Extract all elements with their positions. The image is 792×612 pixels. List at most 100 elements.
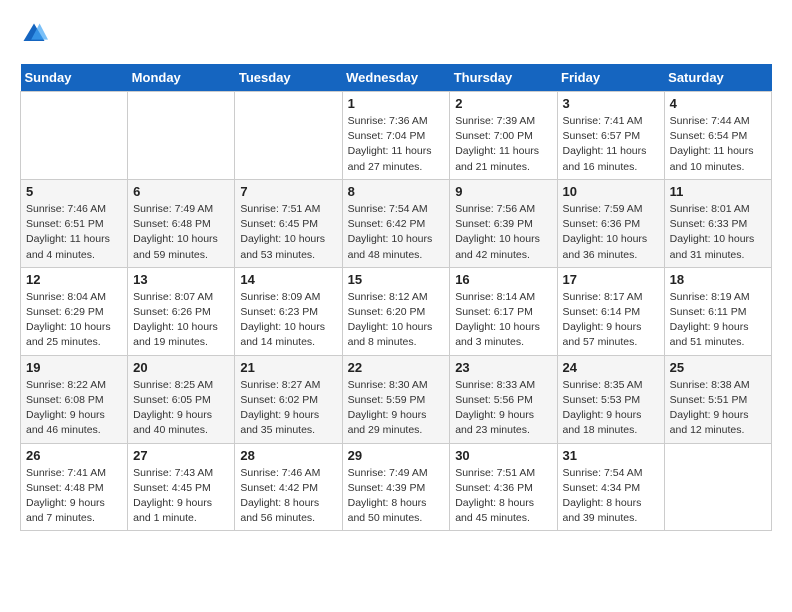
calendar-cell: 19Sunrise: 8:22 AM Sunset: 6:08 PM Dayli… [21,355,128,443]
day-number: 28 [240,448,336,463]
day-number: 24 [563,360,659,375]
day-number: 5 [26,184,122,199]
calendar-cell [128,92,235,180]
calendar-week-1: 1 Sunrise: 7:36 AM Sunset: 7:04 PM Daylig… [21,92,772,180]
calendar-cell: 10 Sunrise: 7:59 AM Sunset: 6:36 PM Dayli… [557,179,664,267]
weekday-header-sunday: Sunday [21,64,128,92]
day-info: Sunrise: 8:12 AM Sunset: 6:20 PM Dayligh… [348,290,445,351]
weekday-header-wednesday: Wednesday [342,64,450,92]
day-number: 21 [240,360,336,375]
day-info: Sunrise: 8:22 AM Sunset: 6:08 PM Dayligh… [26,378,122,439]
day-number: 20 [133,360,229,375]
day-info: Sunrise: 7:36 AM Sunset: 7:04 PM Dayligh… [348,114,445,175]
calendar-cell: 21 Sunrise: 8:27 AM Sunset: 6:02 PM Dayli… [235,355,342,443]
day-number: 3 [563,96,659,111]
day-number: 14 [240,272,336,287]
day-number: 10 [563,184,659,199]
day-info: Sunrise: 7:54 AM Sunset: 4:34 PM Dayligh… [563,466,659,527]
day-info: Sunrise: 8:04 AM Sunset: 6:29 PM Dayligh… [26,290,122,351]
day-number: 17 [563,272,659,287]
day-info: Sunrise: 8:17 AM Sunset: 6:14 PM Dayligh… [563,290,659,351]
calendar-week-4: 19Sunrise: 8:22 AM Sunset: 6:08 PM Dayli… [21,355,772,443]
day-number: 4 [670,96,766,111]
day-info: Sunrise: 7:46 AM Sunset: 6:51 PM Dayligh… [26,202,122,263]
calendar-week-5: 26 Sunrise: 7:41 AM Sunset: 4:48 PM Dayli… [21,443,772,531]
day-number: 11 [670,184,766,199]
day-info: Sunrise: 7:59 AM Sunset: 6:36 PM Dayligh… [563,202,659,263]
day-number: 29 [348,448,445,463]
calendar-week-2: 5 Sunrise: 7:46 AM Sunset: 6:51 PM Daylig… [21,179,772,267]
day-number: 16 [455,272,551,287]
day-info: Sunrise: 7:39 AM Sunset: 7:00 PM Dayligh… [455,114,551,175]
calendar-table: SundayMondayTuesdayWednesdayThursdayFrid… [20,64,772,531]
day-info: Sunrise: 8:33 AM Sunset: 5:56 PM Dayligh… [455,378,551,439]
day-number: 15 [348,272,445,287]
calendar-cell: 28 Sunrise: 7:46 AM Sunset: 4:42 PM Dayli… [235,443,342,531]
weekday-header-thursday: Thursday [450,64,557,92]
calendar-cell: 9 Sunrise: 7:56 AM Sunset: 6:39 PM Daylig… [450,179,557,267]
day-info: Sunrise: 7:43 AM Sunset: 4:45 PM Dayligh… [133,466,229,527]
calendar-cell: 3 Sunrise: 7:41 AM Sunset: 6:57 PM Daylig… [557,92,664,180]
day-info: Sunrise: 7:51 AM Sunset: 4:36 PM Dayligh… [455,466,551,527]
day-number: 6 [133,184,229,199]
calendar-cell: 22 Sunrise: 8:30 AM Sunset: 5:59 PM Dayli… [342,355,450,443]
day-info: Sunrise: 7:46 AM Sunset: 4:42 PM Dayligh… [240,466,336,527]
day-info: Sunrise: 7:41 AM Sunset: 4:48 PM Dayligh… [26,466,122,527]
day-info: Sunrise: 8:27 AM Sunset: 6:02 PM Dayligh… [240,378,336,439]
day-info: Sunrise: 8:01 AM Sunset: 6:33 PM Dayligh… [670,202,766,263]
page-header [20,20,772,48]
day-number: 12 [26,272,122,287]
day-info: Sunrise: 8:38 AM Sunset: 5:51 PM Dayligh… [670,378,766,439]
calendar-cell: 13 Sunrise: 8:07 AM Sunset: 6:26 PM Dayli… [128,267,235,355]
calendar-cell: 30 Sunrise: 7:51 AM Sunset: 4:36 PM Dayli… [450,443,557,531]
day-info: Sunrise: 7:41 AM Sunset: 6:57 PM Dayligh… [563,114,659,175]
weekday-header-row: SundayMondayTuesdayWednesdayThursdayFrid… [21,64,772,92]
calendar-cell: 20 Sunrise: 8:25 AM Sunset: 6:05 PM Dayli… [128,355,235,443]
calendar-cell: 14 Sunrise: 8:09 AM Sunset: 6:23 PM Dayli… [235,267,342,355]
day-number: 7 [240,184,336,199]
calendar-cell: 2 Sunrise: 7:39 AM Sunset: 7:00 PM Daylig… [450,92,557,180]
calendar-cell: 25Sunrise: 8:38 AM Sunset: 5:51 PM Dayli… [664,355,771,443]
day-info: Sunrise: 8:30 AM Sunset: 5:59 PM Dayligh… [348,378,445,439]
weekday-header-saturday: Saturday [664,64,771,92]
day-info: Sunrise: 7:49 AM Sunset: 4:39 PM Dayligh… [348,466,445,527]
calendar-cell: 1 Sunrise: 7:36 AM Sunset: 7:04 PM Daylig… [342,92,450,180]
calendar-cell: 26 Sunrise: 7:41 AM Sunset: 4:48 PM Dayli… [21,443,128,531]
day-info: Sunrise: 8:19 AM Sunset: 6:11 PM Dayligh… [670,290,766,351]
weekday-header-tuesday: Tuesday [235,64,342,92]
day-number: 26 [26,448,122,463]
day-number: 18 [670,272,766,287]
day-number: 8 [348,184,445,199]
calendar-cell: 7 Sunrise: 7:51 AM Sunset: 6:45 PM Daylig… [235,179,342,267]
calendar-cell: 15 Sunrise: 8:12 AM Sunset: 6:20 PM Dayli… [342,267,450,355]
weekday-header-monday: Monday [128,64,235,92]
calendar-cell: 11 Sunrise: 8:01 AM Sunset: 6:33 PM Dayli… [664,179,771,267]
calendar-cell: 23 Sunrise: 8:33 AM Sunset: 5:56 PM Dayli… [450,355,557,443]
day-number: 27 [133,448,229,463]
day-info: Sunrise: 8:35 AM Sunset: 5:53 PM Dayligh… [563,378,659,439]
logo-icon [20,20,48,48]
calendar-cell: 27 Sunrise: 7:43 AM Sunset: 4:45 PM Dayli… [128,443,235,531]
day-info: Sunrise: 8:09 AM Sunset: 6:23 PM Dayligh… [240,290,336,351]
day-info: Sunrise: 7:51 AM Sunset: 6:45 PM Dayligh… [240,202,336,263]
logo [20,20,50,48]
calendar-cell [664,443,771,531]
day-info: Sunrise: 7:54 AM Sunset: 6:42 PM Dayligh… [348,202,445,263]
day-number: 23 [455,360,551,375]
day-number: 22 [348,360,445,375]
calendar-cell: 12 Sunrise: 8:04 AM Sunset: 6:29 PM Dayli… [21,267,128,355]
day-info: Sunrise: 7:56 AM Sunset: 6:39 PM Dayligh… [455,202,551,263]
day-number: 1 [348,96,445,111]
calendar-cell: 5 Sunrise: 7:46 AM Sunset: 6:51 PM Daylig… [21,179,128,267]
calendar-cell: 8 Sunrise: 7:54 AM Sunset: 6:42 PM Daylig… [342,179,450,267]
day-number: 13 [133,272,229,287]
calendar-cell: 6Sunrise: 7:49 AM Sunset: 6:48 PM Daylig… [128,179,235,267]
day-number: 9 [455,184,551,199]
day-info: Sunrise: 8:14 AM Sunset: 6:17 PM Dayligh… [455,290,551,351]
day-number: 2 [455,96,551,111]
day-number: 30 [455,448,551,463]
calendar-week-3: 12 Sunrise: 8:04 AM Sunset: 6:29 PM Dayli… [21,267,772,355]
day-info: Sunrise: 8:25 AM Sunset: 6:05 PM Dayligh… [133,378,229,439]
day-info: Sunrise: 8:07 AM Sunset: 6:26 PM Dayligh… [133,290,229,351]
calendar-cell: 16 Sunrise: 8:14 AM Sunset: 6:17 PM Dayli… [450,267,557,355]
